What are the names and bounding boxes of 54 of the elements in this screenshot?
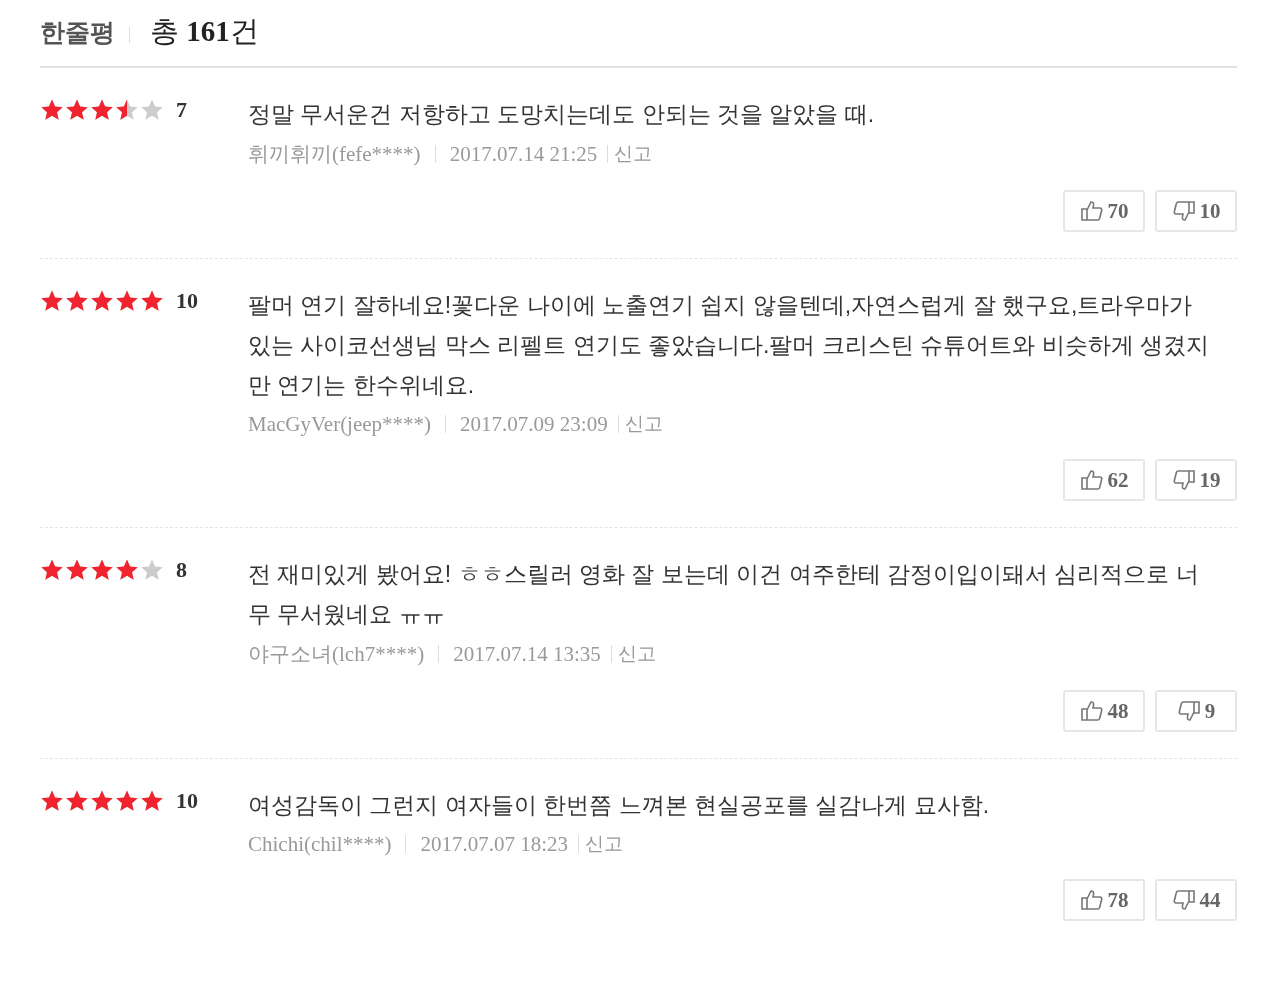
- author-name: 야구소녀(lch7****): [248, 641, 425, 668]
- thumbs-down-icon: [1171, 199, 1196, 223]
- thumbs-down-icon: [1176, 699, 1201, 723]
- star-icon: [65, 98, 89, 122]
- author-name: MacGyVer(jeep****): [248, 411, 432, 437]
- star-icon: [115, 98, 139, 122]
- review-date: 2017.07.14 13:35: [453, 641, 601, 667]
- review-text: 전 재미있게 봤어요! ㅎㅎ스릴러 영화 잘 보는데 이건 여주한테 감정이입이돼서 심리적으로 너무 무서웠네요 ㅠㅠ: [248, 560, 1200, 629]
- review-date: 2017.07.14 21:25: [449, 141, 598, 167]
- like-button[interactable]: 48: [1063, 690, 1145, 732]
- review-date: 2017.07.07 18:23: [420, 831, 569, 857]
- star-icon: [140, 98, 164, 122]
- thumbs-down-icon: [1171, 888, 1196, 912]
- star-icon: [90, 98, 114, 122]
- star-icon: [90, 558, 114, 582]
- star-icon: [115, 289, 139, 313]
- section-title: 한줄평: [40, 16, 115, 48]
- star-icon: [115, 789, 139, 813]
- rating-score: 7: [176, 98, 187, 122]
- author-name: Chichi(chil****): [248, 831, 392, 857]
- star-icon: [140, 558, 164, 582]
- rating-score: 10: [176, 289, 198, 313]
- dislike-button[interactable]: 9: [1155, 690, 1237, 732]
- review-text: 팔머 연기 잘하네요!꽃다운 나이에 노출연기 쉽지 않을텐데,자연스럽게 잘 했구요,트라우마가 있는 사이코선생님 막스 리펠트 연기도 좋았습니다.팔머 크리스틴 슈튜어트와 비슷하게 생겼지만 연기는 한수위네요.: [248, 291, 1210, 400]
- rating-score: 8: [176, 558, 187, 582]
- star-icon: [65, 558, 89, 582]
- like-button[interactable]: 62: [1063, 459, 1145, 501]
- thumbs-up-icon: [1079, 468, 1104, 492]
- total-count: 총 161건: [150, 14, 259, 49]
- rating-score: 10: [176, 789, 198, 813]
- author-name: 휘끼휘끼(fefe****): [248, 141, 421, 168]
- thumbs-down-icon: [1171, 468, 1196, 492]
- star-icon: [140, 789, 164, 813]
- star-icon: [140, 289, 164, 313]
- star-icon: [40, 98, 64, 122]
- like-button[interactable]: 78: [1063, 879, 1145, 921]
- star-icon: [65, 289, 89, 313]
- star-icon: [115, 558, 139, 582]
- thumbs-up-icon: [1079, 888, 1104, 912]
- dislike-button[interactable]: 19: [1155, 459, 1237, 501]
- thumbs-up-icon: [1079, 199, 1104, 223]
- dislike-button[interactable]: 10: [1155, 190, 1237, 232]
- star-icon: [65, 789, 89, 813]
- star-icon: [40, 558, 64, 582]
- like-button[interactable]: 70: [1063, 190, 1145, 232]
- review-text: 여성감독이 그런지 여자들이 한번쯤 느껴본 현실공포를 실감나게 묘사함.: [248, 791, 991, 820]
- star-icon: [40, 289, 64, 313]
- review-date: 2017.07.09 23:09: [460, 411, 608, 437]
- star-icon: [90, 289, 114, 313]
- star-icon: [40, 789, 64, 813]
- thumbs-up-icon: [1079, 699, 1104, 723]
- star-icon: [90, 789, 114, 813]
- dislike-button[interactable]: 44: [1155, 879, 1237, 921]
- review-text: 정말 무서운건 저항하고 도망치는데도 안되는 것을 알았을 때.: [248, 100, 876, 129]
